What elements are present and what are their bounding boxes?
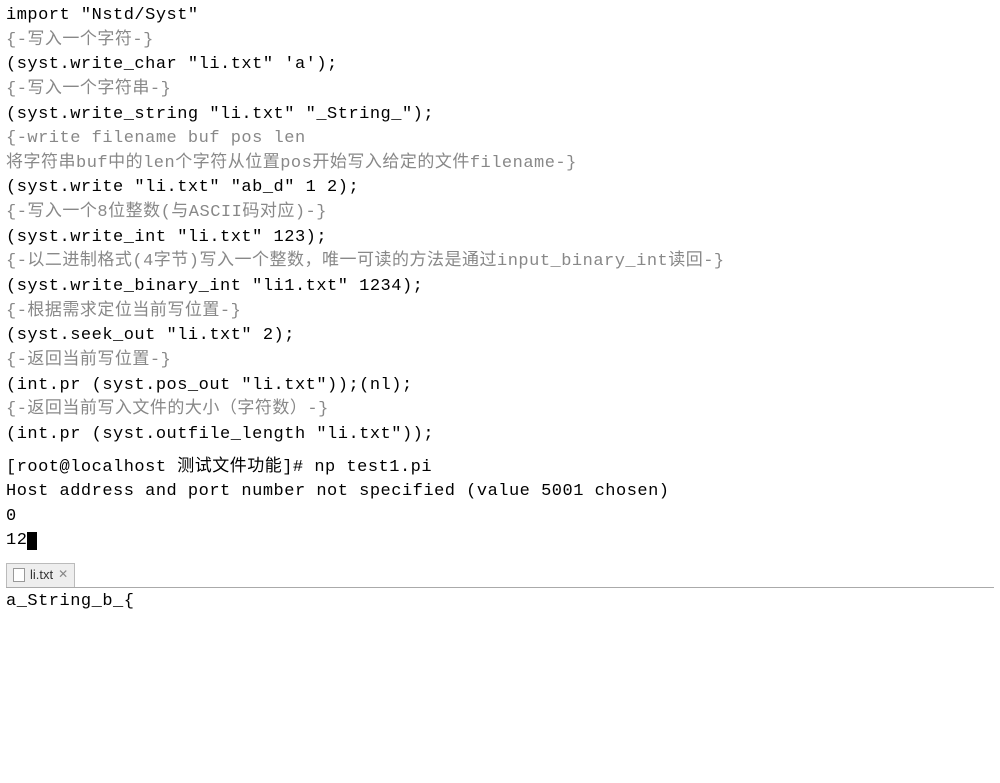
terminal-line: 12 [6,529,994,554]
code-line: (syst.write_int "li.txt" 123); [6,226,994,251]
code-comment: {-以二进制格式(4字节)写入一个整数，唯一可读的方法是通过input_bina… [6,250,994,275]
code-comment: {-写入一个字符-} [6,29,994,54]
file-tab[interactable]: li.txt ✕ [6,563,75,587]
file-icon [13,568,25,582]
code-line: (syst.write "li.txt" "ab_d" 1 2); [6,176,994,201]
file-content: a_String_b_{ [6,588,994,615]
terminal-line: 0 [6,505,994,530]
code-line: (syst.write_string "li.txt" "_String_"); [6,103,994,128]
code-comment: {-根据需求定位当前写位置-} [6,300,994,325]
code-comment: {-返回当前写位置-} [6,349,994,374]
code-comment: {-写入一个字符串-} [6,78,994,103]
code-comment: {-write filename buf pos len [6,127,994,152]
code-line: import "Nstd/Syst" [6,4,994,29]
terminal-output: [root@localhost 测试文件功能]# np test1.pi Hos… [6,456,994,555]
code-comment: {-写入一个8位整数(与ASCII码对应)-} [6,201,994,226]
code-line: (syst.write_char "li.txt" 'a'); [6,53,994,78]
terminal-line: Host address and port number not specifi… [6,480,994,505]
cursor-icon [27,532,37,550]
code-line: (syst.write_binary_int "li1.txt" 1234); [6,275,994,300]
tab-bar: li.txt ✕ [6,562,994,588]
code-line: (syst.seek_out "li.txt" 2); [6,324,994,349]
code-block: import "Nstd/Syst" {-写入一个字符-} (syst.writ… [6,4,994,448]
code-comment: 将字符串buf中的len个字符从位置pos开始写入给定的文件filename-} [6,152,994,177]
terminal-prompt: [root@localhost 测试文件功能]# np test1.pi [6,456,994,481]
code-line: (int.pr (syst.outfile_length "li.txt")); [6,423,994,448]
code-comment: {-返回当前写入文件的大小（字符数）-} [6,398,994,423]
code-line: (int.pr (syst.pos_out "li.txt"));(nl); [6,374,994,399]
tab-filename: li.txt [30,566,53,585]
close-icon[interactable]: ✕ [58,566,68,583]
